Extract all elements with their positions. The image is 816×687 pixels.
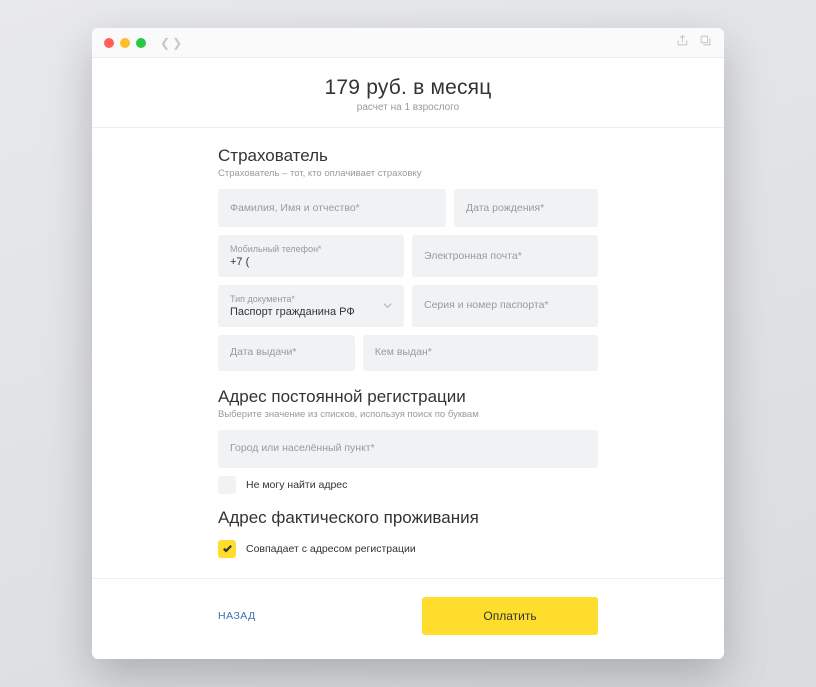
chevron-down-icon [383,297,392,315]
minimize-icon[interactable] [120,38,130,48]
tabs-icon[interactable] [699,34,712,52]
phone-value: +7 ( [230,256,392,268]
pay-button[interactable]: Оплатить [422,597,598,635]
birthdate-placeholder: Дата рождения* [466,202,586,215]
phone-field[interactable]: Мобильный телефон* +7 ( [218,235,404,277]
phone-label: Мобильный телефон* [230,244,392,255]
back-button[interactable]: НАЗАД [218,610,256,622]
doctype-label: Тип документа* [230,294,392,305]
fullname-placeholder: Фамилия, Имя и отчество* [230,202,434,215]
issuedate-field[interactable]: Дата выдачи* [218,335,355,371]
maximize-icon[interactable] [136,38,146,48]
price-sub: расчет на 1 взрослого [92,102,724,113]
issuedate-placeholder: Дата выдачи* [230,346,343,359]
issuedby-field[interactable]: Кем выдан* [363,335,598,371]
price-headline: 179 руб. в месяц [92,76,724,100]
check-icon [222,543,233,554]
email-field[interactable]: Электронная почта* [412,235,598,277]
policyholder-sub: Страхователь – тот, кто оплачивает страх… [218,168,598,179]
doctype-value: Паспорт гражданина РФ [230,306,392,318]
price-header: 179 руб. в месяц расчет на 1 взрослого [92,76,724,128]
birthdate-field[interactable]: Дата рождения* [454,189,598,227]
city-placeholder: Город или населённый пункт* [230,442,586,455]
reg-address-title: Адрес постоянной регистрации [218,387,598,407]
app-window: ❮ ❯ 179 руб. в месяц расчет на 1 взросло… [92,28,724,659]
cant-find-checkbox[interactable] [218,476,236,494]
fullname-field[interactable]: Фамилия, Имя и отчество* [218,189,446,227]
nav-arrows: ❮ ❯ [160,36,182,50]
window-controls [104,38,146,48]
reg-address-sub: Выберите значение из списков, используя … [218,409,598,420]
share-icon[interactable] [676,34,689,52]
cant-find-label: Не могу найти адрес [246,479,347,491]
same-address-checkbox[interactable] [218,540,236,558]
nav-forward-icon[interactable]: ❯ [172,36,182,50]
policyholder-title: Страхователь [218,146,598,166]
close-icon[interactable] [104,38,114,48]
same-address-label: Совпадает с адресом регистрации [246,543,416,555]
doctype-field[interactable]: Тип документа* Паспорт гражданина РФ [218,285,404,327]
docnum-field[interactable]: Серия и номер паспорта* [412,285,598,327]
actual-address-title: Адрес фактического проживания [218,508,598,528]
footer: НАЗАД Оплатить [92,578,724,659]
issuedby-placeholder: Кем выдан* [375,346,586,359]
city-field[interactable]: Город или населённый пункт* [218,430,598,468]
nav-back-icon[interactable]: ❮ [160,36,170,50]
titlebar: ❮ ❯ [92,28,724,58]
docnum-placeholder: Серия и номер паспорта* [424,299,586,312]
email-placeholder: Электронная почта* [424,250,586,263]
